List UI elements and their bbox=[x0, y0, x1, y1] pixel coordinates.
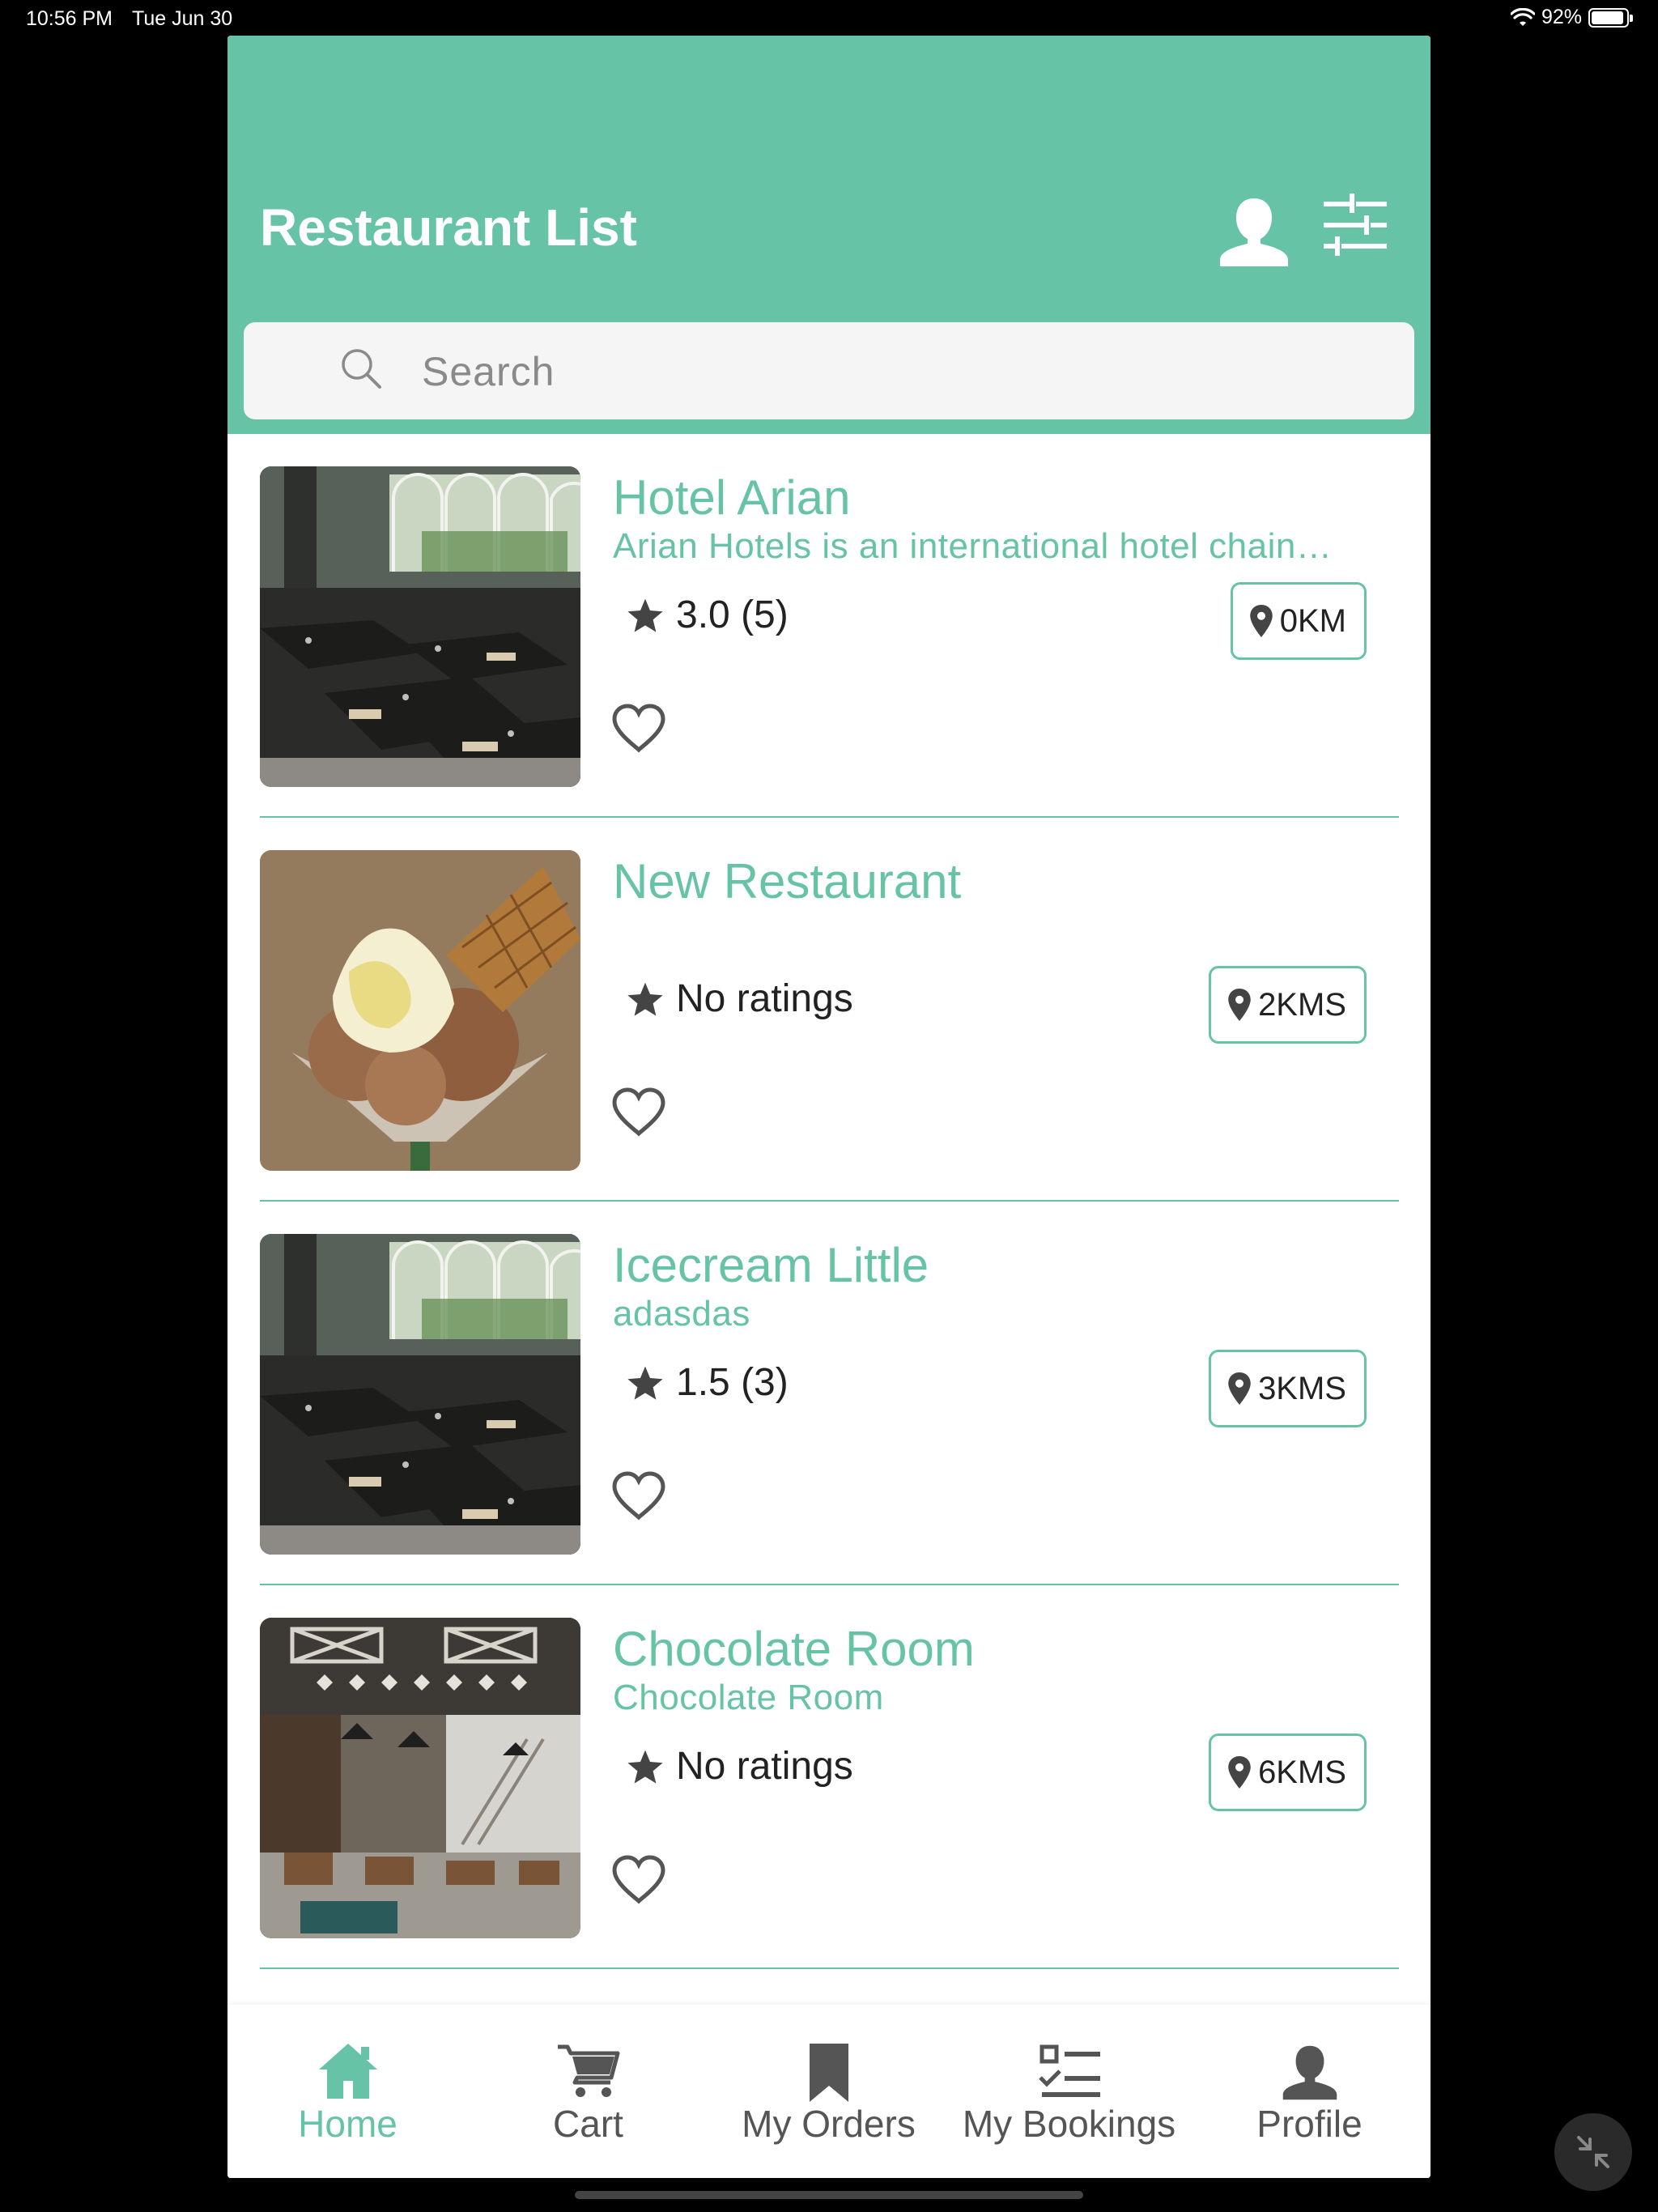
distance-text: 3KMS bbox=[1258, 1370, 1346, 1406]
distance-badge: 6KMS bbox=[1209, 1733, 1367, 1811]
user-icon bbox=[1282, 2045, 1337, 2100]
rating-text: No ratings bbox=[676, 1745, 853, 1788]
rating-text: 1.5 (3) bbox=[676, 1361, 789, 1404]
distance-badge: 0KM bbox=[1230, 582, 1367, 660]
restaurant-name: Icecream Little bbox=[613, 1238, 929, 1292]
star-icon bbox=[627, 598, 663, 632]
wifi-icon bbox=[1510, 7, 1535, 26]
location-pin-icon bbox=[1228, 1756, 1251, 1789]
rating-text: No ratings bbox=[676, 977, 853, 1020]
restaurant-name: Chocolate Room bbox=[613, 1622, 975, 1676]
divider bbox=[260, 1967, 1399, 1969]
status-bar: 10:56 PM Tue Jun 30 92% bbox=[0, 0, 1658, 37]
heart-icon[interactable] bbox=[611, 1854, 666, 1904]
home-icon bbox=[318, 2044, 377, 2099]
rating: 3.0 (5) bbox=[626, 593, 789, 637]
distance-badge: 3KMS bbox=[1209, 1350, 1367, 1427]
star-icon bbox=[627, 982, 663, 1016]
rating: No ratings bbox=[626, 1744, 853, 1789]
sliders-icon[interactable] bbox=[1324, 194, 1387, 258]
status-right: 92% bbox=[1510, 6, 1633, 29]
search-bar[interactable] bbox=[244, 322, 1414, 421]
tab-bar: Home Cart My Orders My Bookings Profile bbox=[227, 2005, 1431, 2178]
battery-icon bbox=[1588, 7, 1633, 28]
home-indicator bbox=[575, 2191, 1083, 2199]
location-pin-icon bbox=[1250, 605, 1273, 637]
header: Restaurant List bbox=[227, 36, 1431, 434]
tab-label: My Orders bbox=[742, 2103, 916, 2145]
checklist-icon bbox=[1038, 2044, 1100, 2097]
status-time: 10:56 PM bbox=[26, 7, 113, 30]
page-title: Restaurant List bbox=[260, 198, 637, 257]
tab-cart[interactable]: Cart bbox=[468, 2005, 708, 2178]
location-pin-icon bbox=[1228, 989, 1251, 1021]
restaurant-description: Chocolate Room bbox=[613, 1678, 884, 1717]
tab-my-orders[interactable]: My Orders bbox=[708, 2005, 949, 2178]
tab-home[interactable]: Home bbox=[227, 2005, 468, 2178]
tab-profile[interactable]: Profile bbox=[1189, 2005, 1430, 2178]
tab-label: Cart bbox=[553, 2103, 623, 2145]
heart-icon[interactable] bbox=[611, 1087, 666, 1137]
restaurant-name: New Restaurant bbox=[613, 854, 962, 908]
tab-label: My Bookings bbox=[962, 2103, 1176, 2145]
restaurant-card[interactable]: New Restaurant No ratings 2KMS bbox=[260, 818, 1399, 1202]
rating: 1.5 (3) bbox=[626, 1360, 789, 1405]
rating-text: 3.0 (5) bbox=[676, 593, 789, 636]
search-icon bbox=[342, 349, 381, 389]
heart-icon[interactable] bbox=[611, 1470, 666, 1521]
location-pin-icon bbox=[1228, 1372, 1251, 1405]
restaurant-name: Hotel Arian bbox=[613, 470, 851, 525]
restaurant-image[interactable] bbox=[260, 1618, 580, 1938]
user-icon[interactable] bbox=[1215, 194, 1293, 271]
restaurant-card[interactable]: Icecream Little adasdas 1.5 (3) 3KMS bbox=[260, 1202, 1399, 1585]
restaurant-image[interactable] bbox=[260, 850, 580, 1171]
distance-text: 2KMS bbox=[1258, 986, 1346, 1023]
tab-label: Home bbox=[298, 2103, 397, 2145]
distance-badge: 2KMS bbox=[1209, 966, 1367, 1044]
search-input[interactable] bbox=[420, 322, 1379, 421]
restaurant-image[interactable] bbox=[260, 1234, 580, 1555]
restaurant-description: adasdas bbox=[613, 1294, 750, 1334]
restaurant-image[interactable] bbox=[260, 466, 580, 787]
battery-percent: 92% bbox=[1541, 6, 1582, 28]
heart-icon[interactable] bbox=[611, 703, 666, 753]
bookmark-icon bbox=[809, 2044, 848, 2102]
restaurant-card[interactable]: Chocolate Room Chocolate Room No ratings… bbox=[260, 1585, 1399, 1969]
rating: No ratings bbox=[626, 976, 853, 1021]
status-date: Tue Jun 30 bbox=[132, 7, 233, 30]
star-icon bbox=[627, 1366, 663, 1400]
cart-icon bbox=[557, 2044, 619, 2097]
restaurant-card[interactable]: Hotel Arian Arian Hotels is an internati… bbox=[260, 434, 1399, 818]
collapse-arrows-icon bbox=[1577, 2136, 1609, 2168]
tab-my-bookings[interactable]: My Bookings bbox=[949, 2005, 1189, 2178]
tab-label: Profile bbox=[1256, 2103, 1363, 2145]
app-screen: Restaurant List Search Hotel Arian Arian… bbox=[227, 36, 1431, 2178]
star-icon bbox=[627, 1750, 663, 1784]
restaurant-description: Arian Hotels is an international hotel c… bbox=[613, 526, 1333, 566]
minimize-button[interactable] bbox=[1554, 2113, 1632, 2191]
distance-text: 6KMS bbox=[1258, 1754, 1346, 1790]
distance-text: 0KM bbox=[1279, 602, 1346, 639]
